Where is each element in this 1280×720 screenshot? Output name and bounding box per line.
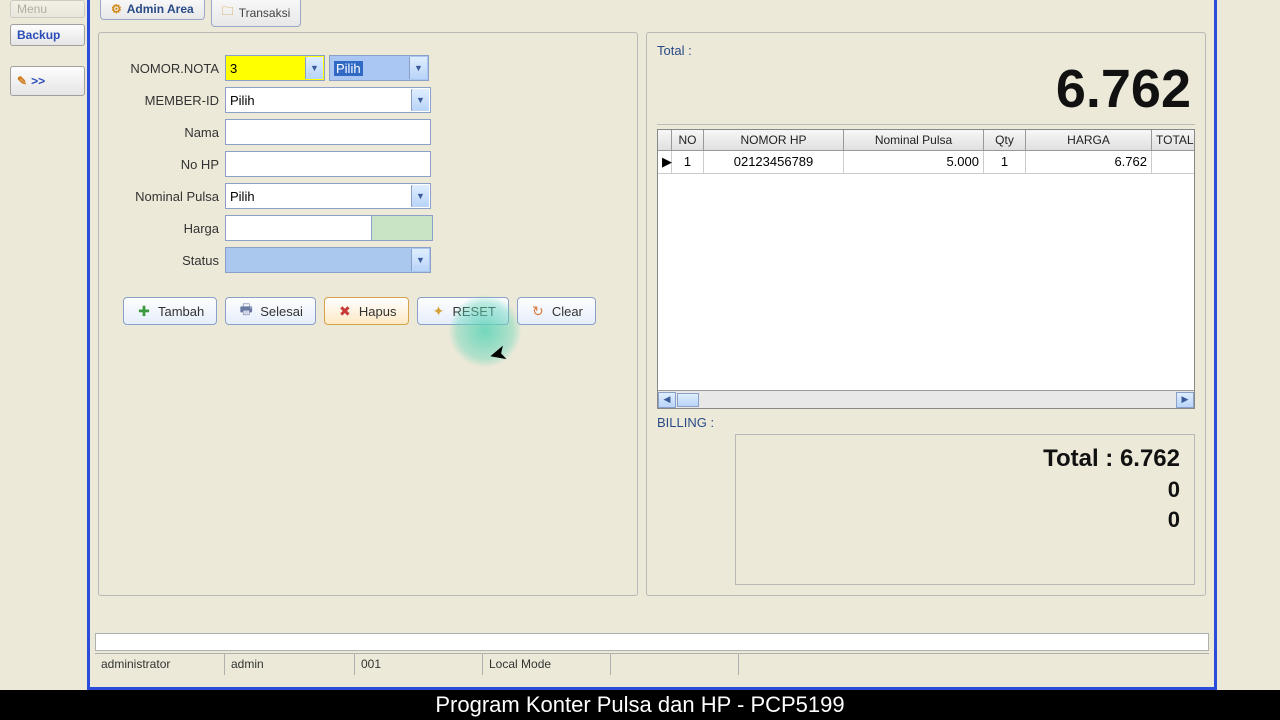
total-label: Total : [657,43,1195,58]
status-label: Status [109,253,219,268]
nohp-input[interactable] [225,151,431,177]
col-nominal[interactable]: Nominal Pulsa [844,130,984,150]
status-role: admin [225,654,355,675]
status-bar: administrator admin 001 Local Mode [95,653,1209,675]
member-id-label: MEMBER-ID [109,93,219,108]
nominal-select[interactable]: Pilih ▼ [225,183,431,209]
tambah-button[interactable]: ✚ Tambah [123,297,217,325]
status-user: administrator [95,654,225,675]
chevron-down-icon[interactable]: ▼ [411,185,429,207]
items-grid[interactable]: NO NOMOR HP Nominal Pulsa Qty HARGA TOTA… [657,129,1195,409]
status-mode: Local Mode [483,654,611,675]
billing-line-1: 0 [1168,477,1180,503]
gear-icon: ⚙ [111,2,122,16]
nama-input[interactable] [225,119,431,145]
backup-button[interactable]: Backup [10,24,85,46]
horizontal-scrollbar[interactable]: ◀ ▶ [658,390,1194,408]
status-select[interactable]: ▼ [225,247,431,273]
scroll-right-icon[interactable]: ▶ [1176,392,1194,408]
harga-display [371,215,433,241]
table-row[interactable]: ▶ 1 02123456789 5.000 1 6.762 [658,151,1194,174]
nomor-nota-input[interactable]: 3 ▼ [225,55,325,81]
scroll-thumb[interactable] [677,393,699,407]
billing-total: Total : 6.762 [1043,445,1180,473]
tab-transaksi[interactable]: 🗀 Transaksi [211,0,302,27]
delete-icon: ✖ [337,303,353,319]
status-code: 001 [355,654,483,675]
nohp-label: No HP [109,157,219,172]
billing-box: Total : 6.762 0 0 [735,434,1195,585]
selesai-button[interactable]: 🖶 Selesai [225,297,316,325]
printer-icon: 🖶 [238,303,254,319]
nominal-label: Nominal Pulsa [109,189,219,204]
member-id-select[interactable]: Pilih ▼ [225,87,431,113]
billing-label: BILLING : [657,415,1195,430]
chevron-down-icon[interactable]: ▼ [411,249,429,271]
reset-icon: ✦ [430,303,446,319]
scroll-left-icon[interactable]: ◀ [658,392,676,408]
cursor-icon: ➤ [486,339,511,369]
reset-button[interactable]: ✦ RESET [417,297,508,325]
nota-pilih-select[interactable]: Pilih ▼ [329,55,429,81]
summary-panel: Total : 6.762 NO NOMOR HP Nominal Pulsa … [646,32,1206,596]
chevron-down-icon[interactable]: ▼ [305,57,323,79]
footer-input[interactable] [95,633,1209,651]
nama-label: Nama [109,125,219,140]
menu-button[interactable]: Menu [10,0,85,18]
col-harga[interactable]: HARGA [1026,130,1152,150]
col-total[interactable]: TOTAL [1152,130,1194,150]
form-panel: NOMOR.NOTA 3 ▼ Pilih ▼ MEMBER-ID Pilih ▼ [98,32,638,596]
main-window: ⚙ Admin Area 🗀 Transaksi NOMOR.NOTA 3 ▼ … [87,0,1217,690]
harga-input[interactable] [225,215,371,241]
col-qty[interactable]: Qty [984,130,1026,150]
total-amount: 6.762 [657,62,1195,125]
tab-admin-area[interactable]: ⚙ Admin Area [100,0,205,20]
col-no[interactable]: NO [672,130,704,150]
chevron-down-icon[interactable]: ▼ [411,89,429,111]
plus-icon: ✚ [136,303,152,319]
chevron-down-icon[interactable]: ▼ [409,57,427,79]
col-hp[interactable]: NOMOR HP [704,130,844,150]
clear-button[interactable]: ↻ Clear [517,297,596,325]
folder-icon: 🗀 [222,2,234,23]
bottom-caption: Program Konter Pulsa dan HP - PCP5199 [0,690,1280,720]
nomor-nota-label: NOMOR.NOTA [109,61,219,76]
hapus-button[interactable]: ✖ Hapus [324,297,410,325]
harga-label: Harga [109,221,219,236]
expand-button[interactable]: ✎ >> [10,66,85,96]
brush-icon: ✎ [17,74,27,88]
billing-line-2: 0 [1168,507,1180,533]
refresh-icon: ↻ [530,303,546,319]
